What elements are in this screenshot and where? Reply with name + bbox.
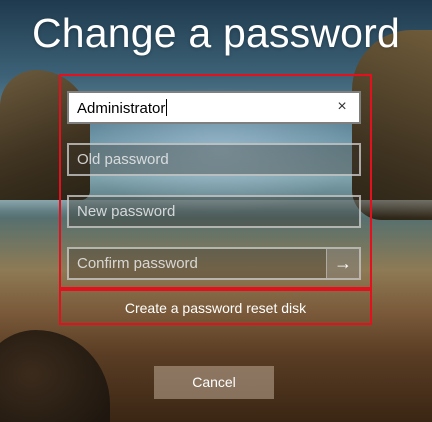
new-password-field[interactable]: New password (67, 195, 361, 228)
username-field[interactable]: Administrator × (67, 91, 361, 124)
create-reset-disk-link[interactable]: Create a password reset disk (59, 289, 372, 325)
confirm-password-placeholder: Confirm password (77, 255, 198, 272)
old-password-placeholder: Old password (77, 151, 169, 168)
confirm-password-field[interactable]: Confirm password → (67, 247, 361, 280)
new-password-placeholder: New password (77, 203, 176, 220)
page-title: Change a password (31, 10, 401, 56)
submit-arrow-icon[interactable]: → (326, 249, 359, 278)
cancel-button[interactable]: Cancel (154, 366, 274, 399)
old-password-field[interactable]: Old password (67, 143, 361, 176)
username-value: Administrator (77, 99, 168, 117)
text-caret (166, 99, 168, 116)
clear-icon[interactable]: × (331, 96, 353, 118)
